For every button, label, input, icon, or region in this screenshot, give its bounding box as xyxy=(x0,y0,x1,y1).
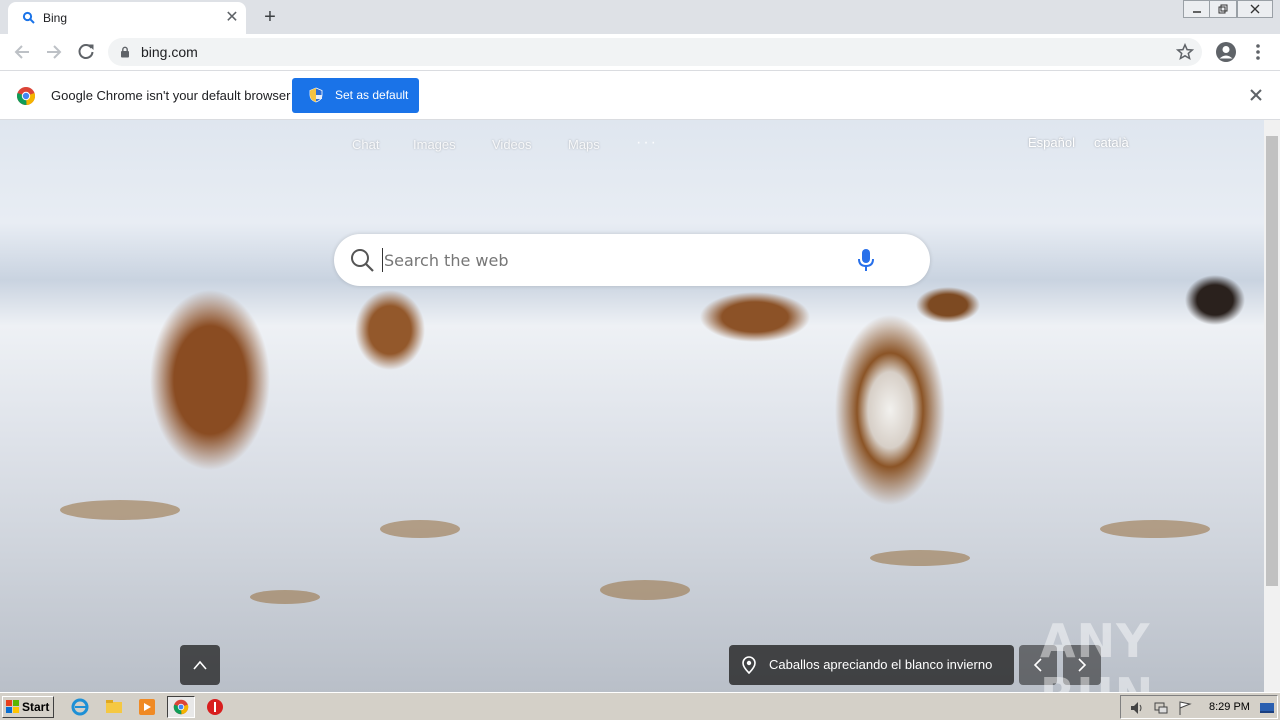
search-input[interactable] xyxy=(382,248,822,272)
shield-icon xyxy=(309,87,323,103)
lock-icon[interactable] xyxy=(120,46,130,58)
address-bar[interactable]: bing.com xyxy=(108,38,1202,66)
bing-homepage: Chat Images Videos Maps ··· Español cata… xyxy=(0,120,1264,692)
clock: 8:29 PM xyxy=(1209,701,1250,713)
network-icon[interactable] xyxy=(1153,700,1169,716)
nav-videos[interactable]: Videos xyxy=(492,137,532,152)
chevron-up-icon xyxy=(193,660,207,670)
show-desktop-icon[interactable] xyxy=(1259,700,1275,716)
menu-icon[interactable] xyxy=(1252,43,1264,61)
folder-icon[interactable] xyxy=(104,697,124,717)
start-button[interactable]: Start xyxy=(2,696,54,718)
profile-icon[interactable] xyxy=(1215,41,1237,63)
minimize-button[interactable] xyxy=(1183,0,1211,18)
set-as-default-label: Set as default xyxy=(335,88,409,102)
restore-button[interactable] xyxy=(1209,0,1237,18)
background-image-detail xyxy=(60,500,180,520)
tab-strip: Bing ✕ + xyxy=(0,0,1280,34)
browser-toolbar: bing.com xyxy=(0,34,1280,71)
more-menu-icon[interactable]: ··· xyxy=(636,134,658,152)
page-scrollbar[interactable] xyxy=(1264,120,1280,692)
anyrun-watermark: ANY RUN xyxy=(1040,614,1153,692)
microphone-icon[interactable] xyxy=(856,247,876,273)
tab-close-icon[interactable]: ✕ xyxy=(224,10,240,26)
image-caption[interactable]: Caballos apreciando el blanco invierno xyxy=(729,645,1014,685)
url-text: bing.com xyxy=(141,44,198,60)
close-window-button[interactable] xyxy=(1237,0,1273,18)
tab-title: Bing xyxy=(43,11,68,25)
background-image-detail xyxy=(250,590,320,604)
chrome-icon xyxy=(173,699,189,715)
infobar-message: Google Chrome isn't your default browser xyxy=(51,88,291,103)
scrollbar-thumb[interactable] xyxy=(1266,136,1278,586)
search-icon xyxy=(22,11,35,24)
back-arrow-icon[interactable] xyxy=(11,41,33,63)
windows-taskbar: Start 8:29 PM xyxy=(0,692,1280,720)
default-browser-infobar: Google Chrome isn't your default browser… xyxy=(0,71,1280,120)
background-image-detail xyxy=(380,520,460,538)
nav-images[interactable]: Images xyxy=(413,137,456,152)
start-label: Start xyxy=(22,700,50,714)
background-image-detail xyxy=(1100,520,1210,538)
language-catala[interactable]: català xyxy=(1094,135,1129,150)
new-tab-button[interactable]: + xyxy=(260,7,280,27)
search-icon[interactable] xyxy=(349,247,375,273)
caption-text: Caballos apreciando el blanco invierno xyxy=(769,657,993,672)
forward-arrow-icon[interactable] xyxy=(43,41,65,63)
reload-icon[interactable] xyxy=(75,41,97,63)
nav-maps[interactable]: Maps xyxy=(568,137,600,152)
background-image-detail xyxy=(600,580,690,600)
system-tray: 8:29 PM xyxy=(1120,695,1278,719)
media-player-icon[interactable] xyxy=(137,697,157,717)
search-box xyxy=(334,234,930,286)
chrome-logo-icon xyxy=(16,87,36,106)
scroll-up-button[interactable] xyxy=(180,645,220,685)
close-icon[interactable] xyxy=(1248,87,1264,103)
tab-bing[interactable]: Bing ✕ xyxy=(8,2,246,34)
nav-chat[interactable]: Chat xyxy=(352,137,379,152)
language-espanol[interactable]: Español xyxy=(1028,135,1075,150)
chrome-taskbar-button[interactable] xyxy=(167,696,195,718)
internet-explorer-icon[interactable] xyxy=(70,697,90,717)
windows-flag-icon xyxy=(6,700,19,713)
flag-icon[interactable] xyxy=(1177,700,1193,716)
volume-icon[interactable] xyxy=(1129,700,1145,716)
star-icon[interactable] xyxy=(1176,43,1194,61)
stop-icon[interactable] xyxy=(205,697,225,717)
set-as-default-button[interactable]: Set as default xyxy=(292,78,419,113)
background-image-detail xyxy=(870,550,970,566)
location-pin-icon xyxy=(742,656,756,674)
